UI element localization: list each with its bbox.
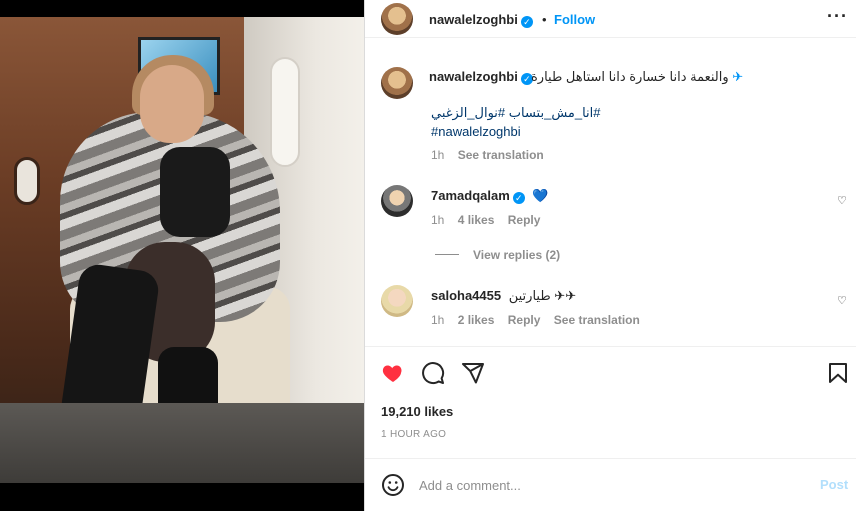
hashtag-nawalelzoghbi[interactable]: #nawalelzoghbi xyxy=(431,124,521,139)
comment-meta: 1h 4 likes Reply xyxy=(431,213,540,227)
likes-count[interactable]: 19,210 likes xyxy=(381,404,453,419)
view-replies-button[interactable]: View replies (2) xyxy=(473,248,560,262)
comment-row: 7amadqalam ✓ 💙 xyxy=(431,188,549,204)
photo-image xyxy=(0,17,364,483)
comment-time: 1h xyxy=(431,213,445,227)
dress xyxy=(160,147,230,237)
caption-avatar[interactable] xyxy=(381,67,413,99)
author-avatar[interactable] xyxy=(381,3,413,35)
face xyxy=(140,65,204,143)
comment-like-icon[interactable]: ♡ xyxy=(837,194,847,207)
caption-arabic: والنعمة دانا خسارة دانا استاهل طيارة xyxy=(531,69,729,84)
caption-time: 1h xyxy=(431,148,445,162)
cabin-floor xyxy=(0,403,364,483)
hashtags-arabic[interactable]: #انا_مش_بتساب #نوال_الزغبي xyxy=(431,105,601,121)
comment-input[interactable] xyxy=(419,475,799,495)
follow-button[interactable]: Follow xyxy=(554,12,595,27)
heart-filled-icon[interactable] xyxy=(381,361,405,388)
more-options-icon[interactable]: ··· xyxy=(827,6,848,27)
comment-avatar[interactable] xyxy=(381,185,413,217)
comment-text: 💙 xyxy=(532,188,549,203)
see-translation-link[interactable]: See translation xyxy=(458,148,544,162)
bookmark-icon[interactable] xyxy=(826,361,850,388)
verified-badge-icon: ✓ xyxy=(520,16,533,28)
replies-divider xyxy=(435,254,459,255)
comment-icon[interactable] xyxy=(421,361,445,388)
author-username[interactable]: nawalelzoghbi ✓ xyxy=(429,12,533,28)
comment-meta: 1h 2 likes Reply See translation xyxy=(431,313,640,327)
author-username-text[interactable]: nawalelzoghbi xyxy=(429,12,518,27)
actions-divider xyxy=(365,346,856,347)
comment-row: saloha4455 طيارتين ✈✈ xyxy=(431,288,576,304)
post-side-panel: nawalelzoghbi ✓ • Follow ··· nawalelzoghb… xyxy=(364,0,856,511)
caption-meta: 1h See translation xyxy=(431,148,544,162)
comment-likes[interactable]: 4 likes xyxy=(458,213,495,227)
comment-username[interactable]: saloha4455 xyxy=(431,288,501,303)
caption-emoji-icon: ✈ xyxy=(732,69,744,84)
cabin-window-left xyxy=(14,157,40,205)
comment-likes[interactable]: 2 likes xyxy=(458,313,495,327)
see-translation-link[interactable]: See translation xyxy=(554,313,640,327)
comment-text: طيارتين ✈✈ xyxy=(508,288,577,303)
comment-box: Post xyxy=(365,458,856,511)
post-photo[interactable] xyxy=(0,0,364,511)
post-button[interactable]: Post xyxy=(820,477,848,492)
post-header: nawalelzoghbi ✓ • Follow ··· xyxy=(365,0,856,38)
comment-like-icon[interactable]: ♡ xyxy=(837,294,847,307)
post-time[interactable]: 1 HOUR AGO xyxy=(381,429,446,440)
comment-username[interactable]: 7amadqalam xyxy=(431,188,510,203)
verified-badge-icon: ✓ xyxy=(512,192,525,204)
comment-avatar[interactable] xyxy=(381,285,413,317)
caption-username[interactable]: nawalelzoghbi ✓ xyxy=(429,69,533,85)
reply-button[interactable]: Reply xyxy=(508,213,541,227)
share-icon[interactable] xyxy=(461,361,485,388)
cabin-window xyxy=(270,57,300,167)
separator-dot: • xyxy=(542,12,547,27)
caption-username-text[interactable]: nawalelzoghbi xyxy=(429,69,518,84)
emoji-icon[interactable] xyxy=(381,473,405,500)
reply-button[interactable]: Reply xyxy=(508,313,541,327)
caption-text: ✈ والنعمة دانا خسارة دانا استاهل طيارة xyxy=(531,69,743,85)
comment-time: 1h xyxy=(431,313,445,327)
